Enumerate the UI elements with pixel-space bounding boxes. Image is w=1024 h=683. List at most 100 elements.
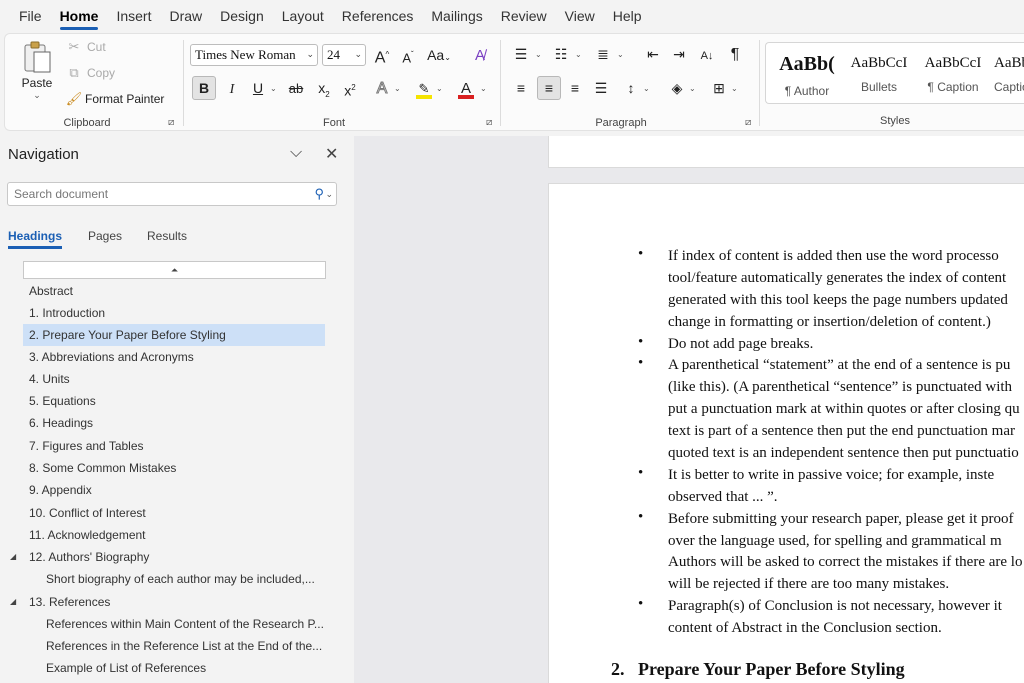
nav-heading-item[interactable]: 4. Units [23, 368, 325, 390]
tab-view[interactable]: View [556, 0, 604, 32]
close-icon[interactable]: ✕ [325, 144, 338, 164]
strikethrough-button[interactable]: ab [284, 76, 308, 100]
highlight-button[interactable]: ✎ [412, 76, 436, 100]
copy-button[interactable]: ⧉ Copy [65, 64, 115, 82]
nav-heading-item[interactable]: Abstract [23, 280, 325, 302]
paste-button[interactable]: Paste ⌄ [17, 40, 57, 112]
navigation-title: Navigation [8, 146, 79, 163]
nav-heading-item[interactable]: 3. Abbreviations and Acronyms [23, 346, 325, 368]
shrink-font-button[interactable]: Aˇ [396, 43, 420, 67]
align-left-button[interactable]: ≡ [509, 76, 533, 100]
search-input[interactable]: Search document ⚲ ⌄ [7, 182, 337, 206]
format-painter-button[interactable]: 🖌 Format Painter [65, 90, 165, 108]
font-launcher-icon[interactable]: ⧄ [486, 117, 492, 128]
nav-heading-item[interactable]: 1. Introduction [23, 302, 325, 324]
align-right-button[interactable]: ≡ [563, 76, 587, 100]
shading-button[interactable]: ◈ [665, 76, 689, 100]
scroll-up-button[interactable]: ⏶ [23, 261, 326, 279]
text-effects-button[interactable]: A [370, 76, 394, 100]
style-author[interactable]: AaBb( ¶ Author [770, 43, 844, 103]
align-center-button[interactable]: ≡ [537, 76, 561, 100]
nav-heading-item[interactable]: 5. Equations [23, 390, 325, 412]
sort-button[interactable]: A↓ [695, 42, 719, 66]
nav-heading-item[interactable]: 9. Appendix [23, 479, 325, 501]
multilevel-list-button[interactable]: ≣ [591, 42, 615, 66]
nav-heading-item[interactable]: 12. Authors' Biography [23, 546, 325, 568]
numbering-button[interactable]: ☷ [549, 42, 573, 66]
chevron-down-icon[interactable]: ⌄ [535, 50, 542, 59]
chevron-down-icon[interactable]: ⌄ [575, 50, 582, 59]
tab-mailings[interactable]: Mailings [422, 0, 491, 32]
document-page[interactable]: If index of content is added then use th… [548, 183, 1024, 683]
clipboard-launcher-icon[interactable]: ⧄ [168, 117, 174, 128]
chevron-down-icon[interactable]: ⌄ [643, 84, 650, 93]
chevron-down-icon[interactable]: ⌄ [617, 50, 624, 59]
change-case-button[interactable]: Aa⌄ [424, 43, 454, 67]
nav-heading-item[interactable]: 10. Conflict of Interest [23, 502, 325, 524]
font-size-value: 24 [327, 47, 340, 62]
cut-button[interactable]: ✂ Cut [65, 38, 106, 56]
chevron-down-icon[interactable]: ⌄ [270, 84, 277, 93]
chevron-down-icon[interactable]: ⌄ [436, 84, 443, 93]
tab-pages[interactable]: Pages [88, 229, 122, 243]
search-icon[interactable]: ⚲ [314, 183, 324, 205]
bullets-button[interactable]: ☰ [509, 42, 533, 66]
font-name-select[interactable]: Times New Roman ⌄ [190, 44, 318, 66]
nav-heading-item-selected[interactable]: 2. Prepare Your Paper Before Styling [23, 324, 325, 346]
font-size-select[interactable]: 24 ⌄ [322, 44, 366, 66]
tab-home[interactable]: Home [51, 0, 108, 32]
font-color-button[interactable]: A [454, 76, 478, 100]
chevron-down-icon[interactable]: ⌄ [394, 84, 401, 93]
nav-heading-item[interactable]: 13. References [23, 591, 325, 613]
clear-formatting-button[interactable]: A̸ [468, 43, 492, 67]
expand-triangle-icon[interactable]: ◢ [10, 552, 16, 561]
text-line: If index of content is added then use th… [668, 248, 999, 264]
subscript-button[interactable]: x2 [312, 76, 336, 100]
paragraph-launcher-icon[interactable]: ⧄ [745, 117, 751, 128]
line-spacing-button[interactable]: ↕ [619, 76, 643, 100]
increase-indent-button[interactable]: ⇥ [667, 42, 691, 66]
chevron-down-icon[interactable]: ⌄ [731, 84, 738, 93]
pilcrow-icon: ¶ [730, 46, 740, 63]
tab-results[interactable]: Results [147, 229, 187, 243]
borders-button[interactable]: ⊞ [707, 76, 731, 100]
tab-references[interactable]: References [333, 0, 423, 32]
nav-heading-item[interactable]: 6. Headings [23, 412, 325, 434]
decrease-indent-button[interactable]: ⇤ [641, 42, 665, 66]
nav-subheading-item[interactable]: Short biography of each author may be in… [40, 568, 330, 590]
bold-button[interactable]: B [192, 76, 216, 100]
nav-subheading-item[interactable]: Example of List of References [40, 657, 330, 679]
tab-design[interactable]: Design [211, 0, 273, 32]
styles-label: Styles [880, 115, 910, 127]
nav-heading-item[interactable]: 8. Some Common Mistakes [23, 457, 325, 479]
chevron-down-icon[interactable]: ⌄ [689, 84, 696, 93]
document-canvas[interactable]: If index of content is added then use th… [354, 136, 1024, 683]
expand-triangle-icon[interactable]: ◢ [10, 597, 16, 606]
nav-heading-item[interactable]: 11. Acknowledgement [23, 524, 325, 546]
text-line: Paragraph(s) of Conclusion is not necess… [668, 598, 1002, 615]
grow-font-button[interactable]: A^ [370, 43, 394, 67]
nav-subheading-item[interactable]: References in the Reference List at the … [40, 635, 330, 657]
chevron-down-icon[interactable]: ⌵ [290, 144, 302, 162]
tab-headings[interactable]: Headings [8, 229, 63, 249]
justify-button[interactable]: ☰ [589, 76, 613, 100]
clipboard-group: Paste ⌄ ✂ Cut ⧉ Copy 🖌 Format Painter Cl… [5, 34, 183, 132]
chevron-down-icon[interactable]: ⌄ [480, 84, 487, 93]
tab-help[interactable]: Help [604, 0, 651, 32]
nav-heading-item[interactable]: 7. Figures and Tables [23, 435, 325, 457]
nav-subheading-item[interactable]: References within Main Content of the Re… [40, 613, 330, 635]
tab-draw[interactable]: Draw [160, 0, 211, 32]
superscript-button[interactable]: x2 [338, 76, 362, 100]
style-caption-2[interactable]: AaBb Captio [988, 43, 1024, 103]
document-body[interactable]: If index of content is added then use th… [638, 246, 1024, 640]
underline-button[interactable]: U [246, 76, 270, 100]
style-caption[interactable]: AaBbCcI ¶ Caption [916, 43, 990, 103]
italic-button[interactable]: I [220, 76, 244, 100]
tab-insert[interactable]: Insert [107, 0, 160, 32]
tab-layout[interactable]: Layout [273, 0, 333, 32]
tab-file[interactable]: File [10, 0, 51, 32]
show-formatting-button[interactable]: ¶ [723, 42, 747, 66]
style-bullets[interactable]: AaBbCcI Bullets [842, 43, 916, 103]
tab-review[interactable]: Review [492, 0, 556, 32]
chevron-down-icon[interactable]: ⌄ [325, 183, 333, 205]
